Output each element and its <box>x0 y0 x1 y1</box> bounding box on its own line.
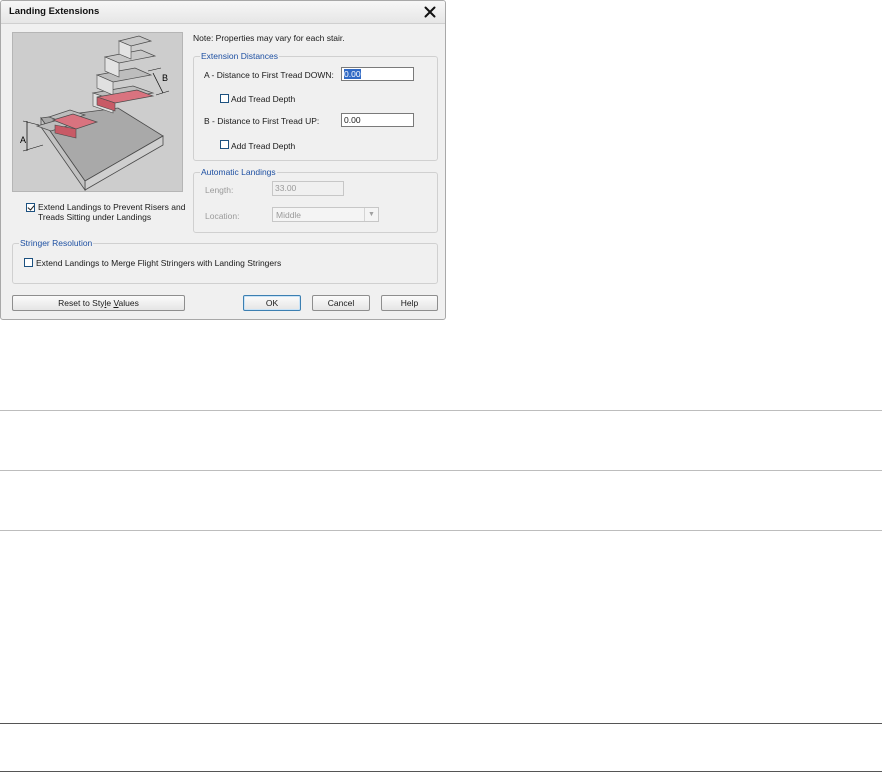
landing-illustration: A B <box>12 32 183 192</box>
length-label: Length: <box>205 185 234 195</box>
length-input[interactable]: 33.00 <box>272 181 344 196</box>
help-button[interactable]: Help <box>381 295 438 311</box>
reset-label-part5: alues <box>118 298 139 308</box>
label-b: B <box>162 73 168 83</box>
divider-line <box>0 410 882 411</box>
divider-line <box>0 470 882 471</box>
distance-b-label: B - Distance to First Tread UP: <box>204 116 320 126</box>
title-bar: Landing Extensions <box>1 1 445 24</box>
cancel-button[interactable]: Cancel <box>312 295 370 311</box>
location-value: Middle <box>276 210 302 220</box>
close-button[interactable] <box>421 3 439 21</box>
ok-label: OK <box>265 298 279 308</box>
label-a: A <box>20 135 26 145</box>
a-add-tread-checkbox[interactable] <box>220 94 229 103</box>
chevron-down-icon: ▼ <box>364 208 378 221</box>
extend-prevent-label-line1: Extend Landings to Prevent Risers and <box>38 202 186 212</box>
distance-b-value: 0.00 <box>344 115 361 125</box>
distance-a-input[interactable]: 0.00 <box>341 67 414 81</box>
automatic-landings-title: Automatic Landings <box>200 167 277 177</box>
ok-button[interactable]: OK <box>243 295 301 311</box>
b-add-tread-checkbox[interactable] <box>220 140 229 149</box>
help-label: Help <box>400 298 419 308</box>
divider-line <box>0 723 882 724</box>
close-icon <box>424 6 436 18</box>
merge-stringers-label: Extend Landings to Merge Flight Stringer… <box>36 258 282 268</box>
a-add-tread-label: Add Tread Depth <box>231 94 296 104</box>
b-add-tread-label: Add Tread Depth <box>231 141 296 151</box>
reset-label-part1: Reset to Sty <box>58 298 105 308</box>
location-select[interactable]: Middle ▼ <box>272 207 379 222</box>
distance-b-input[interactable]: 0.00 <box>341 113 414 127</box>
location-label: Location: <box>205 211 240 221</box>
extension-distances-title: Extension Distances <box>200 51 280 61</box>
distance-a-label: A - Distance to First Tread DOWN: <box>204 70 334 80</box>
note-text: Note: Properties may vary for each stair… <box>193 33 345 43</box>
cancel-label: Cancel <box>327 298 355 308</box>
extend-prevent-label-line2: Treads Sitting under Landings <box>38 212 152 222</box>
merge-stringers-checkbox[interactable] <box>24 258 33 267</box>
length-value: 33.00 <box>275 183 297 193</box>
stringer-resolution-title: Stringer Resolution <box>19 238 94 248</box>
landing-extensions-dialog: Landing Extensions A B Extend Landings t… <box>0 0 446 320</box>
distance-a-value: 0.00 <box>344 69 361 79</box>
extend-prevent-checkbox[interactable] <box>26 203 35 212</box>
dialog-title: Landing Extensions <box>9 6 100 17</box>
reset-to-style-values-button[interactable]: Reset to Style Values <box>12 295 185 311</box>
divider-line <box>0 530 882 531</box>
